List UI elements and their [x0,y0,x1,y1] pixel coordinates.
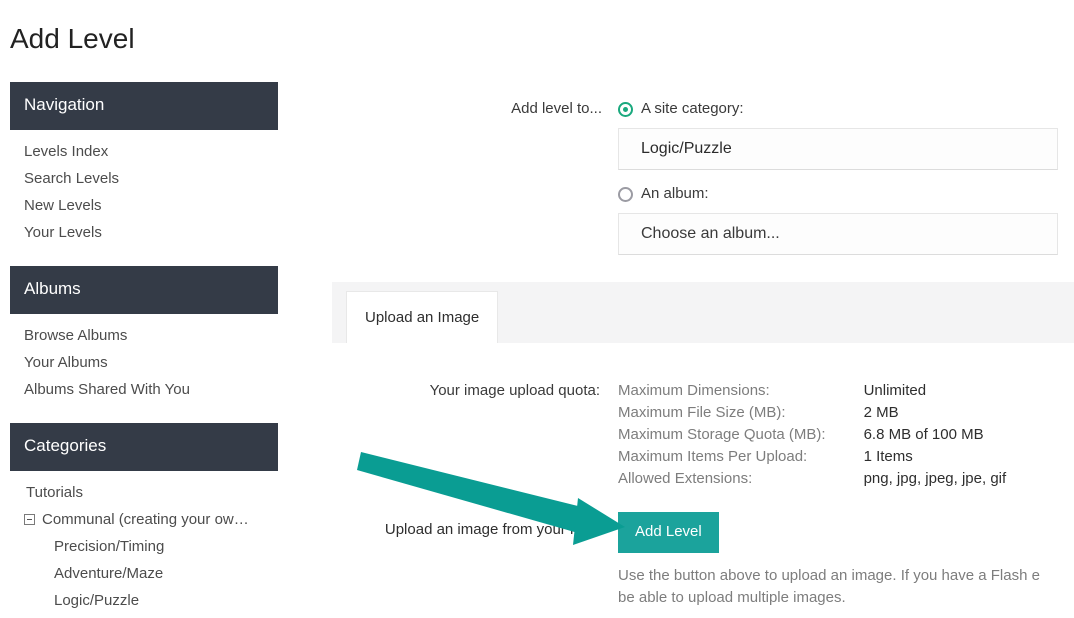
sidebar-item-search-levels[interactable]: Search Levels [10,165,278,192]
collapse-minus-icon[interactable] [24,514,35,525]
album-select[interactable]: Choose an album... [618,213,1058,255]
tab-bar: Upload an Image [332,282,1074,344]
category-label: Tutorials [26,484,83,501]
sidebar-item-your-levels[interactable]: Your Levels [10,219,278,246]
category-label: Communal (creating your ow… [42,511,249,528]
category-item-tutorials[interactable]: Tutorials [10,479,278,506]
radio-album-input[interactable] [618,186,633,202]
quota-value: 6.8 MB of 100 MB [863,426,984,443]
add-level-to-label: Add level to... [511,100,602,117]
category-label: Logic/Puzzle [54,592,140,609]
quota-key: Maximum File Size (MB): [618,404,786,421]
sidebar-item-your-albums[interactable]: Your Albums [10,349,278,376]
site-category-select[interactable]: Logic/Puzzle [618,128,1058,170]
sidebar-panel-navigation: Navigation Levels Index Search Levels Ne… [10,82,278,246]
sidebar-item-browse-albums[interactable]: Browse Albums [10,322,278,349]
sidebar-header-categories: Categories [10,423,278,471]
sidebar-header-albums: Albums [10,266,278,314]
table-row: Allowed Extensions: png, jpg, jpeg, jpe,… [618,468,1006,490]
add-level-to-options: A site category: Logic/Puzzle An album: … [618,98,1074,255]
sidebar-item-albums-shared-with-you[interactable]: Albums Shared With You [10,376,278,403]
table-row: Maximum Items Per Upload: 1 Items [618,446,1006,468]
page-title: Add Level [10,23,135,54]
add-level-button[interactable]: Add Level [618,512,719,553]
upload-quota-table: Maximum Dimensions: Unlimited Maximum Fi… [618,380,1006,490]
sidebar-panel-albums: Albums Browse Albums Your Albums Albums … [10,266,278,403]
table-row: Maximum Storage Quota (MB): 6.8 MB of 10… [618,424,1006,446]
quota-value: 1 Items [863,448,913,465]
upload-help-line-1: Use the button above to upload an image.… [618,567,1040,584]
radio-site-category-label[interactable]: A site category: [641,99,744,119]
quota-key: Maximum Items Per Upload: [618,448,808,465]
upload-help-line-2: be able to upload multiple images. [618,589,846,606]
table-row: Maximum Dimensions: Unlimited [618,380,1006,402]
sidebar: Navigation Levels Index Search Levels Ne… [10,82,278,618]
category-tree: Tutorials Communal (creating your ow… Pr… [10,471,278,614]
quota-key: Maximum Dimensions: [618,382,770,399]
page-root: Add Level Navigation Levels Index Search… [0,0,1074,618]
add-level-to-row: Add level to... A site category: Logic/P… [300,98,1074,255]
quota-value: 2 MB [863,404,899,421]
category-item-adventure-maze[interactable]: Adventure/Maze [10,560,278,587]
upload-quota-row: Your image upload quota: Maximum Dimensi… [300,380,1007,490]
category-label: Adventure/Maze [54,565,164,582]
radio-album-label[interactable]: An album: [641,184,709,204]
upload-action-col: Add Level Use the button above to upload… [618,512,1074,609]
sidebar-body-navigation: Levels Index Search Levels New Levels Yo… [10,130,278,246]
table-row: Maximum File Size (MB): 2 MB [618,402,1006,424]
sidebar-header-navigation: Navigation [10,82,278,130]
radio-option-album[interactable]: An album: [618,183,1074,205]
upload-quota-label: Your image upload quota: [429,382,600,399]
sidebar-panel-categories: Categories Tutorials Communal (creating … [10,423,278,614]
quota-key: Allowed Extensions: [618,470,753,487]
radio-option-site-category[interactable]: A site category: [618,98,1074,120]
category-label: Precision/Timing [54,538,165,555]
quota-key: Maximum Storage Quota (MB): [618,426,826,443]
upload-from-disk-label: Upload an image from your hard [384,521,600,538]
tab-upload-an-image[interactable]: Upload an Image [346,291,499,343]
category-item-precision-timing[interactable]: Precision/Timing [10,533,278,560]
radio-site-category-input[interactable] [618,101,633,117]
category-item-logic-puzzle[interactable]: Logic/Puzzle [10,587,278,614]
sidebar-item-new-levels[interactable]: New Levels [10,192,278,219]
quota-value: Unlimited [863,382,927,399]
quota-value: png, jpg, jpeg, jpe, gif [863,470,1007,487]
sidebar-item-levels-index[interactable]: Levels Index [10,138,278,165]
sidebar-body-albums: Browse Albums Your Albums Albums Shared … [10,314,278,403]
upload-action-row: Upload an image from your hard Add Level… [300,512,1074,609]
category-item-communal[interactable]: Communal (creating your ow… [10,506,278,533]
upload-help-text: Use the button above to upload an image.… [618,565,1074,609]
